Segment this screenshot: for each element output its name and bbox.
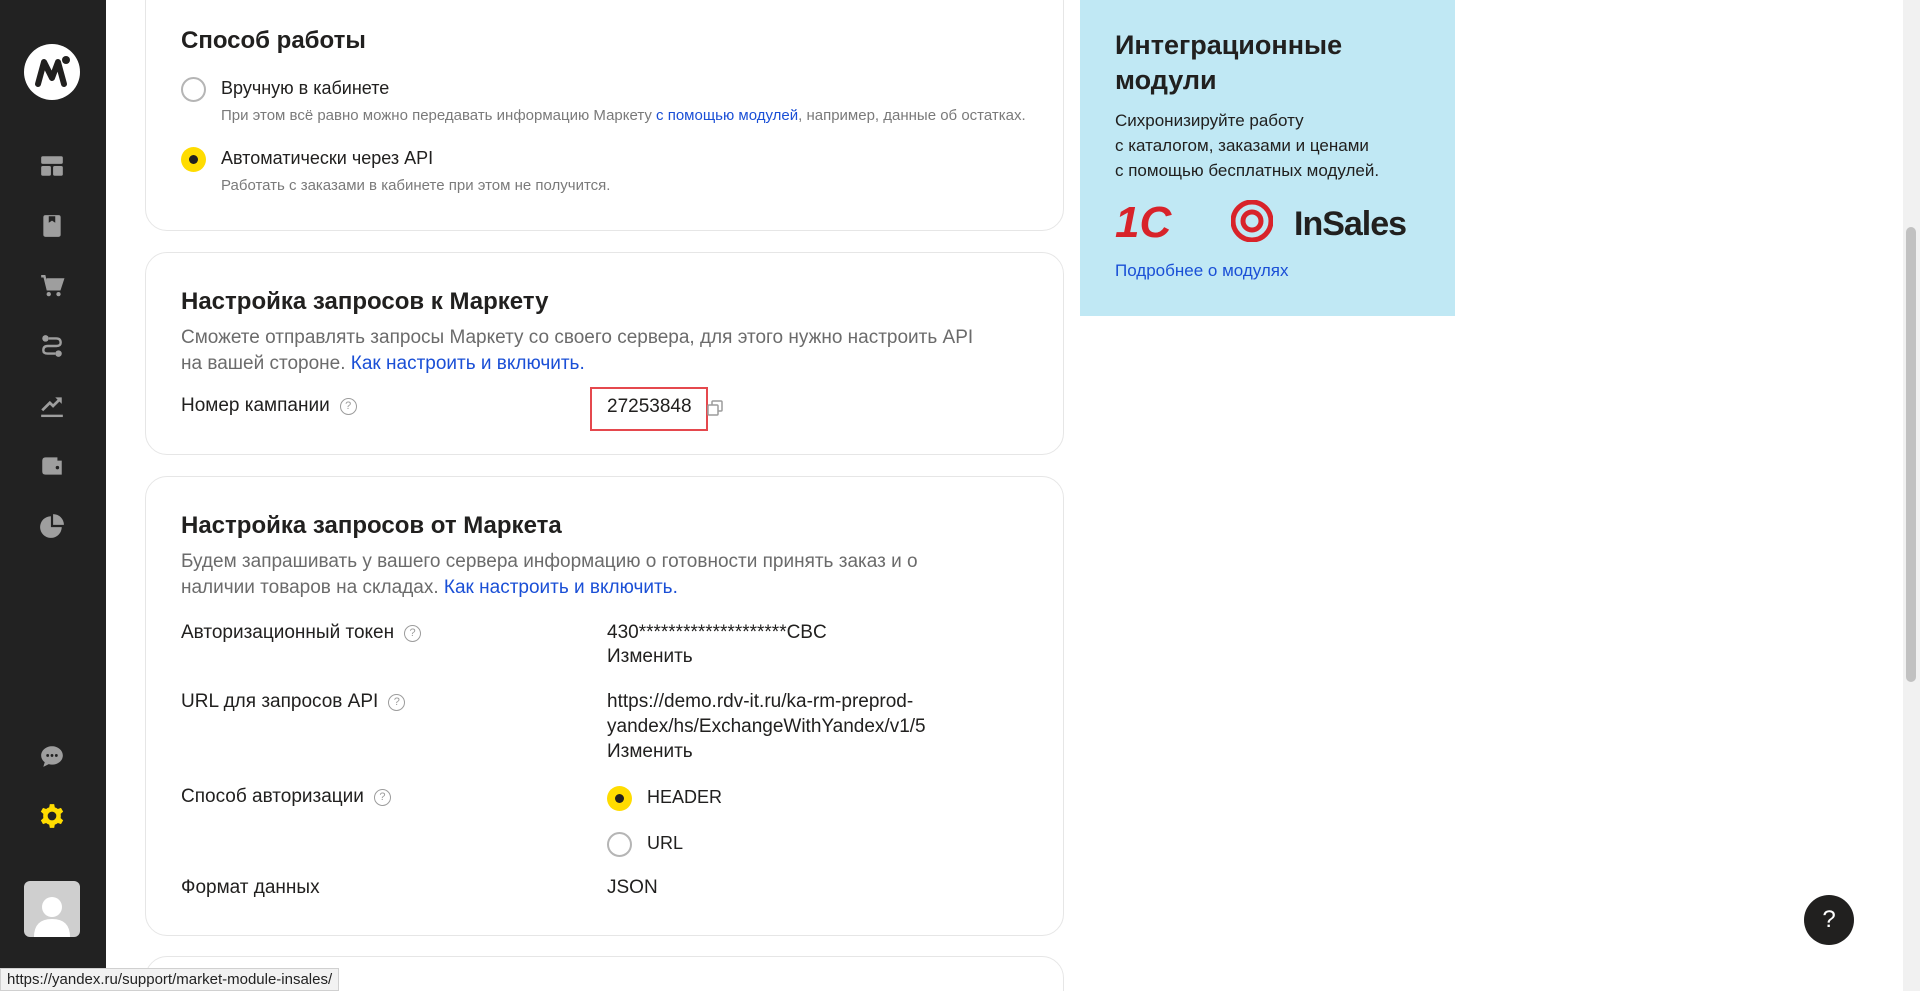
logistics-icon[interactable] (37, 331, 67, 361)
api-url-value: https://demo.rdv-it.ru/ka-rm-preprod- ya… (607, 691, 926, 737)
help-icon[interactable]: ? (373, 788, 391, 806)
campaign-number-label: Номер кампании? (181, 395, 357, 417)
copy-icon[interactable] (707, 400, 723, 416)
how-to-setup-link-2[interactable]: Как настроить и включить. (444, 577, 678, 598)
auth-method-label: Способ авторизации? (181, 786, 391, 808)
header-radio-label: HEADER (647, 787, 723, 807)
dashboard-icon[interactable] (37, 151, 67, 181)
url-radio-label: URL (647, 833, 684, 853)
analytics-icon[interactable] (37, 511, 67, 541)
user-silhouette-icon (34, 897, 70, 937)
integration-modules-promo: Интеграционные модули Сихронизируйте раб… (1080, 0, 1455, 316)
requests-from-market-title: Настройка запросов от Маркета (181, 512, 562, 539)
sidebar (0, 0, 106, 991)
yandex-market-logo[interactable] (24, 44, 80, 100)
data-format-label: Формат данных (181, 877, 320, 898)
requests-from-market-card: Настройка запросов от Маркета Будем запр… (145, 476, 1064, 936)
campaign-number-value: 27253848 (607, 396, 692, 417)
1c-logo: 1С (1115, 198, 1172, 247)
api-url-label: URL для запросов API? (181, 691, 406, 713)
requests-to-market-desc: Сможете отправлять запросы Маркету со св… (181, 327, 974, 374)
work-mode-card: Способ работы Вручную в кабинете При это… (145, 0, 1064, 231)
settings-icon[interactable] (37, 801, 67, 831)
chat-icon[interactable] (37, 741, 67, 771)
requests-to-market-card: Настройка запросов к Маркету Сможете отп… (145, 252, 1064, 455)
api-hint: Работать с заказами в кабинете при этом … (221, 177, 611, 194)
modules-link[interactable]: с помощью модулей (656, 107, 798, 124)
change-token-link[interactable]: Изменить (607, 644, 693, 669)
catalog-icon[interactable] (37, 211, 67, 241)
requests-to-market-title: Настройка запросов к Маркету (181, 288, 549, 315)
avatar[interactable] (24, 881, 80, 937)
change-url-link[interactable]: Изменить (607, 739, 693, 764)
manual-hint: При этом всё равно можно передавать инфо… (221, 107, 1026, 124)
insales-logo: InSales (1294, 205, 1407, 243)
help-icon[interactable]: ? (404, 624, 422, 642)
manual-radio[interactable] (181, 77, 206, 102)
data-format-value: JSON (607, 877, 658, 898)
cart-icon[interactable] (37, 271, 67, 301)
api-radio-label: Автоматически через API (221, 148, 434, 168)
api-radio[interactable] (181, 147, 206, 172)
status-url: https://yandex.ru/support/market-module-… (0, 968, 340, 991)
requests-from-market-desc: Будем запрашивать у вашего сервера инфор… (181, 551, 918, 598)
growth-icon[interactable] (37, 391, 67, 421)
bitrix-logo-icon (1231, 200, 1273, 242)
promo-text: Сихронизируйте работу с каталогом, заказ… (1115, 111, 1380, 180)
help-icon[interactable]: ? (339, 397, 357, 415)
market-logo-icon (35, 56, 70, 87)
manual-radio-label: Вручную в кабинете (221, 78, 390, 98)
more-about-modules-link[interactable]: Подробнее о модулях (1115, 261, 1289, 281)
header-radio[interactable] (607, 786, 632, 811)
help-button[interactable]: ? (1804, 895, 1854, 945)
wallet-icon[interactable] (37, 451, 67, 481)
work-mode-title: Способ работы (181, 27, 366, 54)
scrollbar-thumb[interactable] (1906, 227, 1916, 682)
url-radio[interactable] (607, 832, 632, 857)
help-icon[interactable]: ? (388, 693, 406, 711)
auth-token-value: 430********************CBC (607, 622, 827, 643)
auth-token-label: Авторизационный токен? (181, 622, 422, 644)
promo-title: Интеграционные модули (1115, 30, 1343, 95)
how-to-setup-link[interactable]: Как настроить и включить. (351, 353, 585, 374)
